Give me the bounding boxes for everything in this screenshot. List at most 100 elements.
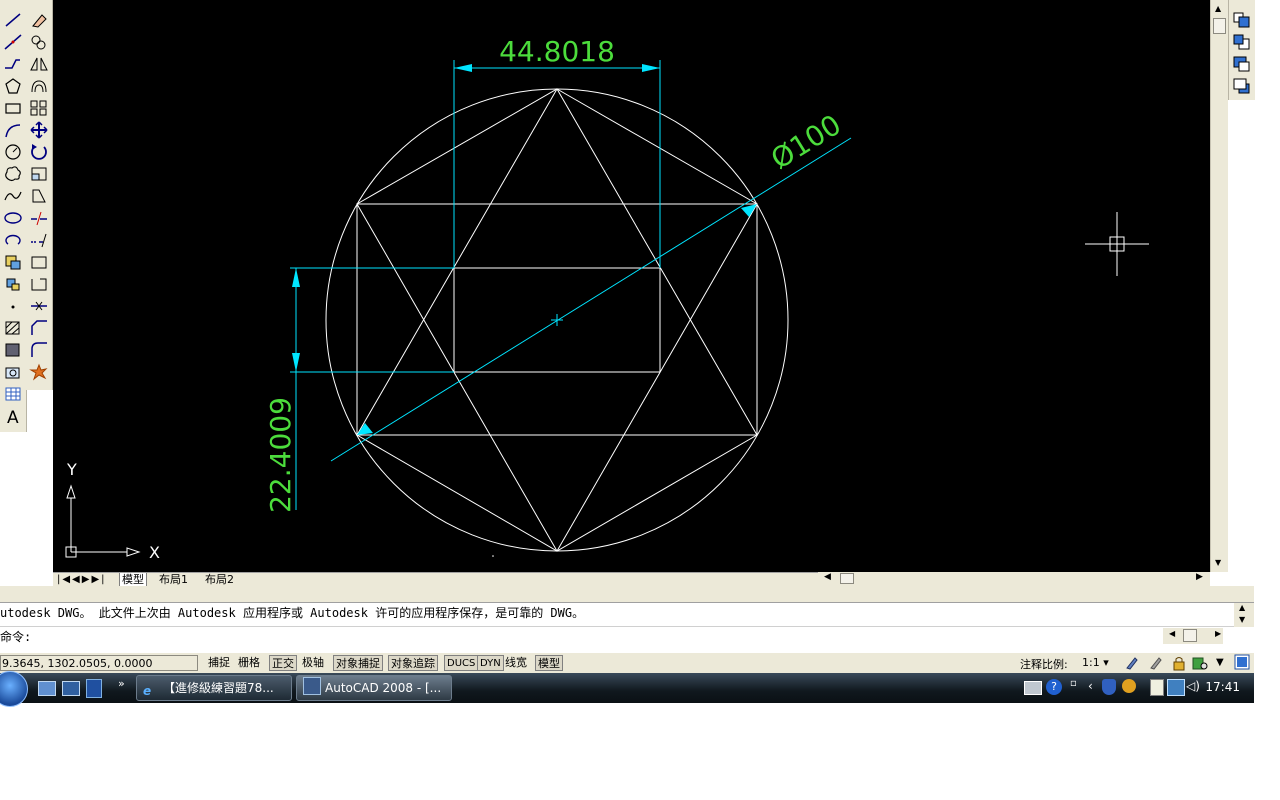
rotate-tool-icon[interactable] xyxy=(28,142,50,162)
insert-block-tool-icon[interactable] xyxy=(2,252,24,272)
toolbar-lock-icon[interactable] xyxy=(1171,655,1187,674)
revision-cloud-tool-icon[interactable] xyxy=(2,164,24,184)
scroll-right-icon[interactable]: ▶ xyxy=(1196,572,1203,582)
annotation-scale-dropdown[interactable]: 1:1 ▾ xyxy=(1082,656,1109,669)
splitter[interactable] xyxy=(0,586,1254,603)
break-at-point-tool-icon[interactable] xyxy=(28,252,50,272)
switch-windows-icon[interactable] xyxy=(62,681,80,696)
vertical-scroll-thumb[interactable] xyxy=(1213,18,1226,34)
break-tool-icon[interactable] xyxy=(28,274,50,294)
fillet-tool-icon[interactable] xyxy=(28,340,50,360)
trim-tool-icon[interactable] xyxy=(28,208,50,228)
ie-icon: e xyxy=(143,684,152,698)
taskbar-item-browser[interactable]: e 【進修級練習題78... xyxy=(136,675,292,701)
otrack-toggle[interactable]: 对象追踪 xyxy=(388,655,438,671)
security-shield-icon[interactable] xyxy=(1102,679,1116,695)
network-icon[interactable] xyxy=(1167,679,1185,696)
model-toggle[interactable]: 模型 xyxy=(535,655,563,671)
tray-document-icon[interactable] xyxy=(1150,679,1164,696)
bring-to-front-icon[interactable] xyxy=(1231,10,1253,30)
tab-model[interactable]: 模型 xyxy=(119,573,147,587)
scroll-left-icon[interactable]: ◀ xyxy=(824,572,831,582)
show-desktop-icon[interactable] xyxy=(38,681,56,696)
command-horizontal-scrollbar[interactable]: ◀ ▶ xyxy=(1163,628,1223,644)
make-block-tool-icon[interactable] xyxy=(2,274,24,294)
tab-layout2[interactable]: 布局2 xyxy=(203,573,236,586)
taskbar-item-autocad[interactable]: AutoCAD 2008 - [... xyxy=(296,675,452,701)
scroll-down-icon[interactable]: ▼ xyxy=(1215,558,1221,567)
polygon-tool-icon[interactable] xyxy=(2,76,24,96)
array-tool-icon[interactable] xyxy=(28,98,50,118)
mirror-tool-icon[interactable] xyxy=(28,54,50,74)
ellipse-tool-icon[interactable] xyxy=(2,208,24,228)
chamfer-tool-icon[interactable] xyxy=(28,318,50,338)
multiline-text-tool-icon[interactable]: A xyxy=(2,406,24,426)
offset-tool-icon[interactable] xyxy=(28,76,50,96)
send-to-back-icon[interactable] xyxy=(1231,32,1253,52)
language-bar-icon[interactable]: ▫ xyxy=(1070,678,1077,689)
table-tool-icon[interactable] xyxy=(2,384,24,404)
drawing-canvas[interactable]: 44.8018 22.4009 Ø100 Y X xyxy=(53,0,1210,572)
polyline-tool-icon[interactable] xyxy=(2,54,24,74)
dyn-toggle[interactable]: DYN xyxy=(477,655,504,671)
auto-scale-icon[interactable] xyxy=(1148,655,1164,674)
osnap-toggle[interactable]: 对象捕捉 xyxy=(333,655,383,671)
ellipse-arc-tool-icon[interactable] xyxy=(2,230,24,250)
circle-tool-icon[interactable] xyxy=(2,142,24,162)
quicklaunch-app-icon[interactable] xyxy=(86,679,102,698)
modify-toolbar xyxy=(26,0,53,390)
start-button-icon[interactable] xyxy=(0,671,28,707)
arc-tool-icon[interactable] xyxy=(2,120,24,140)
tab-layout1[interactable]: 布局1 xyxy=(157,573,190,586)
snap-toggle[interactable]: 捕捉 xyxy=(206,655,232,671)
center-mark xyxy=(551,314,563,326)
region-tool-icon[interactable] xyxy=(2,362,24,382)
tray-settings-icon[interactable] xyxy=(1191,655,1209,674)
line-tool-icon[interactable] xyxy=(2,10,24,30)
command-history-scrollbar[interactable]: ▲ ▼ xyxy=(1234,603,1254,627)
command-input[interactable]: 命令: xyxy=(0,626,1234,647)
explode-tool-icon[interactable] xyxy=(28,362,50,382)
tray-app-icon[interactable] xyxy=(1122,679,1136,693)
tab-navigation-icon[interactable]: |◀◀▶▶| xyxy=(57,573,107,586)
scroll-up-icon[interactable]: ▲ xyxy=(1215,4,1221,13)
join-tool-icon[interactable] xyxy=(28,296,50,316)
crosshair-cursor xyxy=(1085,212,1149,276)
annotation-visibility-icon[interactable] xyxy=(1124,655,1140,674)
spline-tool-icon[interactable] xyxy=(2,186,24,206)
tray-expand-icon[interactable]: ‹ xyxy=(1088,679,1093,693)
volume-icon[interactable]: ◁) xyxy=(1186,679,1200,693)
horizontal-scroll-thumb[interactable] xyxy=(840,573,854,584)
polar-toggle[interactable]: 极轴 xyxy=(300,655,326,671)
move-tool-icon[interactable] xyxy=(28,120,50,140)
erase-tool-icon[interactable] xyxy=(28,10,50,30)
construction-line-tool-icon[interactable] xyxy=(2,32,24,52)
bring-above-icon[interactable] xyxy=(1231,54,1253,74)
stretch-tool-icon[interactable] xyxy=(28,186,50,206)
coordinate-readout[interactable]: 9.3645, 1302.0505, 0.0000 xyxy=(0,655,198,671)
extend-tool-icon[interactable] xyxy=(28,230,50,250)
quicklaunch-overflow-icon[interactable]: » xyxy=(118,677,125,690)
keyboard-icon[interactable] xyxy=(1024,681,1042,695)
grid-toggle[interactable]: 栅格 xyxy=(236,655,262,671)
point-tool-icon[interactable] xyxy=(2,296,24,316)
taskbar-clock[interactable]: 17:41 xyxy=(1205,680,1240,694)
clean-screen-icon[interactable] xyxy=(1234,654,1250,673)
scale-tool-icon[interactable] xyxy=(28,164,50,184)
gradient-tool-icon[interactable] xyxy=(2,340,24,360)
horizontal-scrollbar[interactable]: ◀ ▶ xyxy=(818,572,1210,586)
copy-tool-icon[interactable] xyxy=(28,32,50,52)
height-dimension-text[interactable]: 22.4009 xyxy=(264,397,297,513)
status-menu-arrow-icon[interactable]: ▼ xyxy=(1216,657,1224,668)
vertical-scrollbar[interactable]: ▲ ▼ xyxy=(1210,0,1228,572)
status-bar: 9.3645, 1302.0505, 0.0000 捕捉 栅格 正交 极轴 对象… xyxy=(0,652,1254,674)
hatch-tool-icon[interactable] xyxy=(2,318,24,338)
rectangle-tool-icon[interactable] xyxy=(2,98,24,118)
ortho-toggle[interactable]: 正交 xyxy=(269,655,297,671)
send-under-icon[interactable] xyxy=(1231,76,1253,96)
command-history: utodesk DWG。 此文件上次由 Autodesk 应用程序或 Autod… xyxy=(0,603,1234,625)
ducs-toggle[interactable]: DUCS xyxy=(444,655,479,671)
help-icon[interactable]: ? xyxy=(1046,679,1062,695)
lineweight-toggle[interactable]: 线宽 xyxy=(503,655,529,671)
width-dimension-text[interactable]: 44.8018 xyxy=(499,35,615,68)
